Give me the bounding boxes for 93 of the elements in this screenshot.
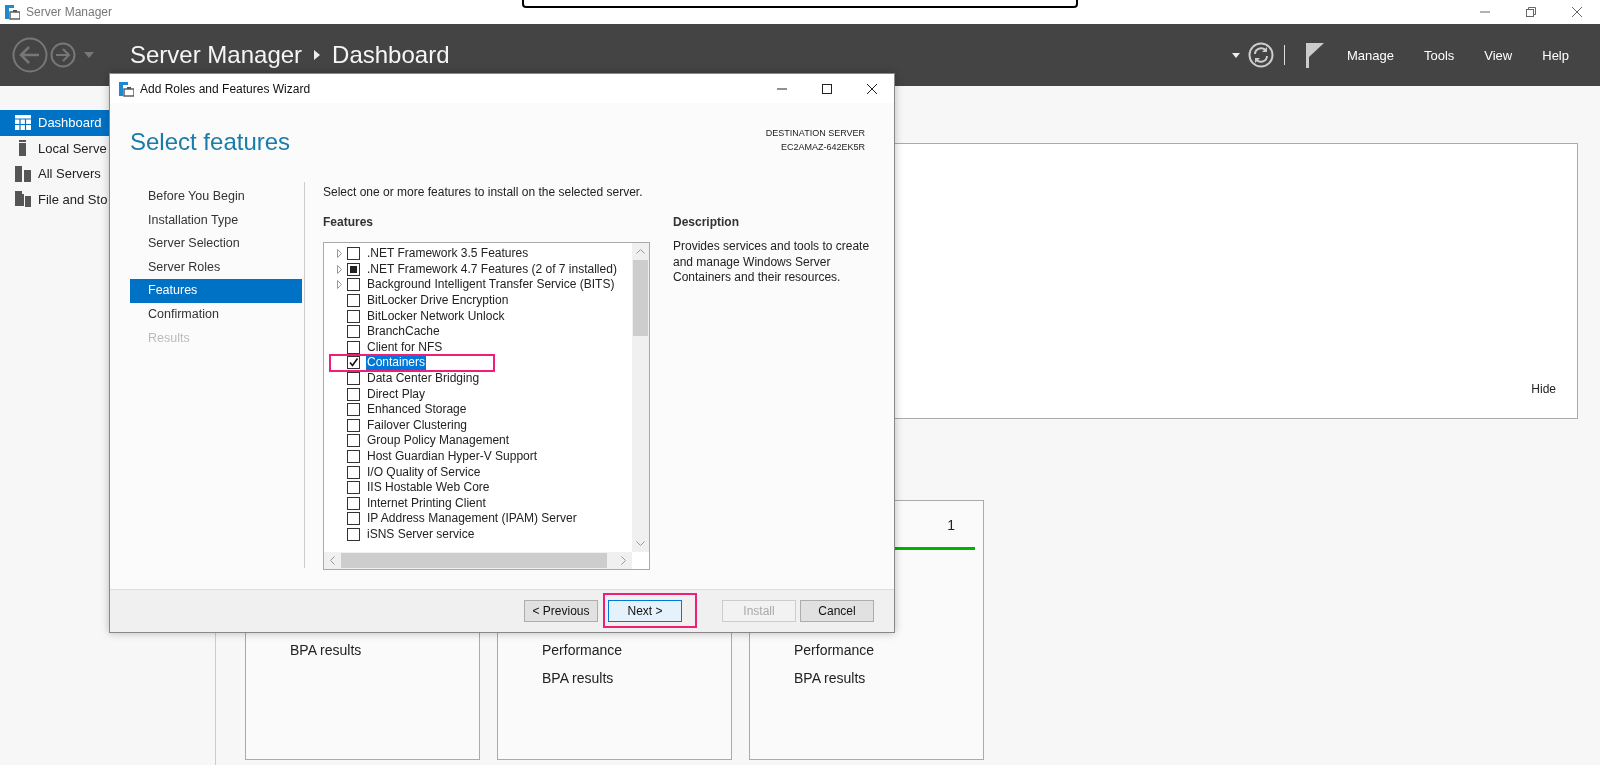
- feature-label[interactable]: Data Center Bridging: [366, 371, 481, 387]
- checkbox[interactable]: [347, 309, 360, 323]
- tile-row-label[interactable]: BPA results: [290, 642, 479, 658]
- flag-icon[interactable]: [1304, 42, 1325, 68]
- feature-label[interactable]: IP Address Management (IPAM) Server: [366, 511, 578, 527]
- dialog-title: Add Roles and Features Wizard: [140, 81, 311, 96]
- wizard-step[interactable]: Features: [130, 279, 302, 303]
- maximize-button[interactable]: [821, 83, 832, 94]
- app-icon: [118, 80, 134, 97]
- menu-item[interactable]: Help: [1542, 47, 1569, 63]
- checkbox[interactable]: [347, 403, 360, 417]
- scrollbar-thumb[interactable]: [633, 260, 648, 336]
- refresh-icon[interactable]: [1247, 42, 1274, 68]
- feature-label[interactable]: Client for NFS: [366, 339, 444, 355]
- checkbox[interactable]: [347, 294, 360, 308]
- wizard-step: Results: [130, 326, 302, 351]
- feature-label[interactable]: .NET Framework 4.7 Features (2 of 7 installed): [366, 261, 618, 277]
- feature-label[interactable]: .NET Framework 3.5 Features: [366, 246, 530, 262]
- expand-arrow-icon[interactable]: [334, 264, 344, 275]
- feature-label[interactable]: Failover Clustering: [366, 417, 469, 433]
- checkbox[interactable]: [347, 247, 360, 261]
- servers-icon: [15, 165, 31, 182]
- tile-row-label[interactable]: Performance: [542, 642, 731, 658]
- features-heading: Features: [323, 214, 375, 230]
- wizard-step[interactable]: Installation Type: [130, 208, 302, 233]
- feature-label[interactable]: Group Policy Management: [366, 433, 511, 449]
- feature-label[interactable]: BitLocker Drive Encryption: [366, 293, 510, 309]
- checkbox[interactable]: [347, 434, 360, 448]
- checkbox[interactable]: [347, 496, 360, 510]
- checkbox[interactable]: [347, 372, 360, 386]
- checkbox[interactable]: [347, 278, 360, 292]
- wizard-step[interactable]: Before You Begin: [130, 185, 302, 209]
- feature-label[interactable]: I/O Quality of Service: [366, 464, 482, 480]
- expand-arrow-icon[interactable]: [334, 248, 344, 259]
- page-heading: Select features: [130, 128, 291, 156]
- checkbox[interactable]: [347, 418, 360, 432]
- feature-label[interactable]: IIS Hostable Web Core: [366, 480, 491, 496]
- feature-label[interactable]: BranchCache: [366, 324, 441, 340]
- checkbox[interactable]: [347, 356, 360, 370]
- destination-server: EC2AMAZ-642EK5R: [779, 141, 865, 154]
- instruction-text: Select one or more features to install on the selected server.: [323, 184, 644, 200]
- wizard-step[interactable]: Server Roles: [130, 255, 302, 280]
- feature-label[interactable]: BitLocker Network Unlock: [366, 308, 506, 324]
- checkbox[interactable]: [347, 465, 360, 479]
- dashboard-grid-icon: [15, 114, 31, 131]
- vertical-scrollbar[interactable]: [632, 243, 649, 552]
- menu-item[interactable]: View: [1484, 47, 1513, 63]
- app-icon: [4, 4, 20, 20]
- breadcrumb-arrow-icon: [314, 50, 321, 60]
- sidebar-item[interactable]: Local Serve: [0, 135, 109, 161]
- checkbox[interactable]: [347, 528, 360, 541]
- expand-arrow-icon[interactable]: [334, 280, 344, 290]
- tile-row-label[interactable]: BPA results: [542, 670, 731, 686]
- checkbox[interactable]: [347, 481, 360, 495]
- feature-label[interactable]: Background Intelligent Transfer Service (BITS): [366, 277, 616, 293]
- checkbox[interactable]: [347, 450, 360, 463]
- close-button[interactable]: [866, 83, 877, 94]
- sidebar-item[interactable]: All Servers: [0, 161, 109, 187]
- window-title: Server Manager: [26, 5, 113, 19]
- checkbox[interactable]: [347, 262, 360, 276]
- feature-label[interactable]: Enhanced Storage: [366, 402, 468, 418]
- tile-row-label[interactable]: BPA results: [794, 670, 983, 686]
- checkbox[interactable]: [347, 512, 360, 526]
- feature-list[interactable]: [323, 242, 650, 570]
- checkbox[interactable]: [347, 325, 360, 339]
- tile-count: 1: [947, 517, 955, 533]
- sidebar-item[interactable]: File and Sto: [0, 186, 109, 212]
- destination-label: DESTINATION SERVER: [765, 127, 865, 140]
- description-heading: Description: [673, 214, 740, 230]
- feature-label[interactable]: Internet Printing Client: [366, 495, 487, 511]
- menu-item[interactable]: Tools: [1423, 47, 1455, 63]
- feature-label[interactable]: Direct Play: [366, 386, 426, 402]
- wizard-step[interactable]: Server Selection: [130, 232, 302, 256]
- app-name: Server Manager: [130, 41, 303, 69]
- feature-label[interactable]: Host Guardian Hyper-V Support: [366, 449, 539, 464]
- description-text: Provides services and tools to create and manage Windows Server Containers and their resources.: [673, 239, 871, 286]
- wizard-button[interactable]: Cancel: [800, 600, 874, 622]
- wizard-button[interactable]: < Previous: [524, 600, 598, 622]
- wizard-step[interactable]: Confirmation: [130, 302, 302, 327]
- horizontal-scrollbar[interactable]: [324, 552, 632, 569]
- dropdown-caret-icon[interactable]: [1231, 52, 1240, 58]
- sidebar-item[interactable]: Dashboard: [0, 110, 109, 136]
- restore-button[interactable]: [1526, 7, 1536, 17]
- page-title: Dashboard: [332, 41, 450, 69]
- hide-link[interactable]: Hide: [1531, 382, 1556, 396]
- checkbox[interactable]: [347, 387, 360, 401]
- menu-item[interactable]: Manage: [1346, 47, 1394, 63]
- tile-row-label[interactable]: Performance: [794, 642, 983, 658]
- wizard-button[interactable]: Next >: [608, 600, 682, 622]
- checkbox[interactable]: [347, 340, 360, 354]
- storage-icon: [15, 191, 31, 208]
- feature-label[interactable]: iSNS Server service: [366, 527, 476, 542]
- scrollbar-thumb[interactable]: [341, 553, 607, 568]
